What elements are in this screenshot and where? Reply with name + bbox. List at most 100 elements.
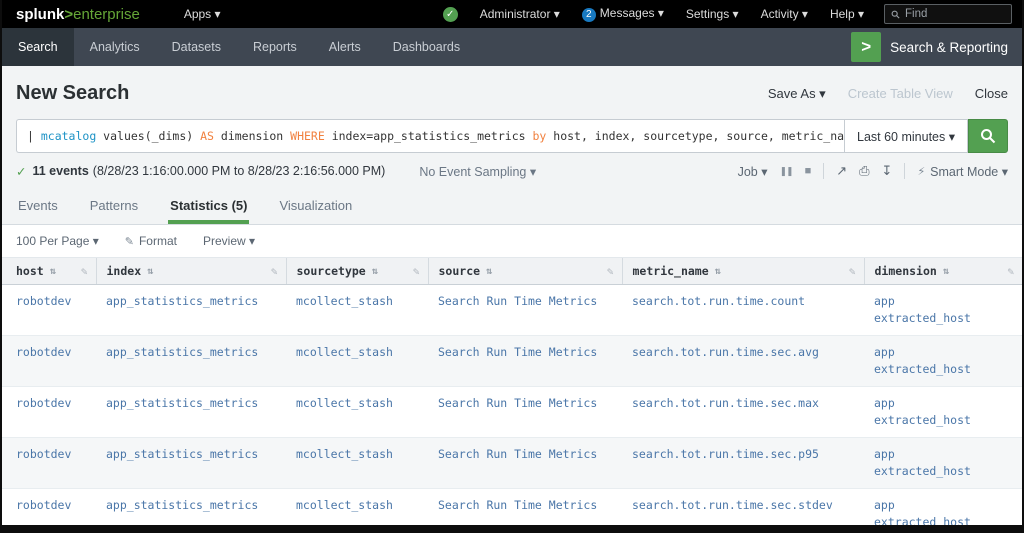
cell-source[interactable]: Search Run Time Metrics: [428, 437, 622, 489]
cell-metric_name[interactable]: search.tot.run.time.sec.stdev: [622, 488, 864, 525]
print-icon[interactable]: ⎙: [859, 163, 869, 179]
cell-sourcetype[interactable]: mcollect_stash: [286, 335, 428, 387]
cell-host[interactable]: robotdev: [2, 284, 96, 336]
sort-icon[interactable]: ⇅: [147, 266, 153, 277]
find-search-box[interactable]: [884, 4, 1012, 24]
time-range-picker[interactable]: Last 60 minutes ▾: [844, 119, 968, 153]
health-check-icon[interactable]: ✓: [442, 6, 458, 22]
sort-icon[interactable]: ⇅: [50, 266, 56, 277]
search-query-input[interactable]: | mcatalog values(_dims) AS dimension WH…: [16, 119, 844, 153]
dimension-value[interactable]: extracted_host: [874, 310, 1014, 327]
share-job-icon[interactable]: ↗: [836, 163, 847, 179]
column-header-source[interactable]: source ⇅ ✎: [428, 258, 623, 285]
dimension-value[interactable]: extracted_host: [874, 412, 1014, 429]
cell-host[interactable]: robotdev: [2, 335, 96, 387]
search-header-section: New Search Save As ▾ Create Table View C…: [2, 66, 1022, 189]
column-header-metric_name[interactable]: metric_name ⇅ ✎: [622, 258, 865, 285]
result-tab-statistics[interactable]: Statistics (5): [168, 189, 250, 224]
search-mode-menu[interactable]: ⚡ Smart Mode ▾: [917, 164, 1008, 179]
edit-column-icon[interactable]: ✎: [413, 265, 420, 278]
column-label: dimension: [874, 264, 937, 278]
dimension-value[interactable]: app: [874, 446, 1014, 463]
per-page-menu[interactable]: 100 Per Page ▾: [16, 234, 99, 248]
app-nav-tabs: Search Analytics Datasets Reports Alerts Dash…: [2, 28, 476, 66]
cell-host[interactable]: robotdev: [2, 437, 96, 489]
cell-metric_name[interactable]: search.tot.run.time.count: [622, 284, 864, 336]
cell-index[interactable]: app_statistics_metrics: [96, 437, 286, 489]
sort-icon[interactable]: ⇅: [486, 266, 492, 277]
edit-column-icon[interactable]: ✎: [849, 265, 856, 278]
cell-metric_name[interactable]: search.tot.run.time.sec.p95: [622, 437, 864, 489]
cell-sourcetype[interactable]: mcollect_stash: [286, 386, 428, 438]
app-tab-dashboards[interactable]: Dashboards: [377, 28, 476, 66]
format-button[interactable]: ✎ Format: [125, 234, 177, 248]
cell-dimension[interactable]: app extracted_host: [864, 386, 1022, 438]
pause-job-icon[interactable]: ❚❚: [779, 166, 793, 177]
preview-menu[interactable]: Preview ▾: [203, 234, 255, 248]
event-sampling-menu[interactable]: No Event Sampling ▾: [419, 164, 536, 179]
edit-column-icon[interactable]: ✎: [81, 265, 88, 278]
save-as-button[interactable]: Save As ▾: [768, 86, 826, 102]
cell-sourcetype[interactable]: mcollect_stash: [286, 437, 428, 489]
stop-job-icon[interactable]: ■: [805, 165, 812, 177]
cell-sourcetype[interactable]: mcollect_stash: [286, 488, 428, 525]
result-tab-patterns[interactable]: Patterns: [88, 189, 140, 224]
edit-column-icon[interactable]: ✎: [1007, 265, 1014, 278]
edit-column-icon[interactable]: ✎: [271, 265, 278, 278]
activity-menu[interactable]: Activity ▾: [761, 7, 808, 21]
cell-dimension[interactable]: app extracted_host: [864, 488, 1022, 525]
app-tab-search[interactable]: Search: [2, 28, 74, 66]
app-tab-reports[interactable]: Reports: [237, 28, 313, 66]
cell-index[interactable]: app_statistics_metrics: [96, 335, 286, 387]
sort-icon[interactable]: ⇅: [372, 266, 378, 277]
app-tab-alerts[interactable]: Alerts: [313, 28, 377, 66]
dimension-value[interactable]: app: [874, 344, 1014, 361]
close-button[interactable]: Close: [975, 86, 1008, 101]
column-header-dimension[interactable]: dimension ⇅ ✎: [864, 258, 1022, 285]
cell-metric_name[interactable]: search.tot.run.time.sec.max: [622, 386, 864, 438]
cell-index[interactable]: app_statistics_metrics: [96, 488, 286, 525]
result-tab-events[interactable]: Events: [16, 189, 60, 224]
cell-dimension[interactable]: app extracted_host: [864, 437, 1022, 489]
cell-source[interactable]: Search Run Time Metrics: [428, 284, 622, 336]
column-header-host[interactable]: host ⇅ ✎: [2, 258, 97, 285]
dimension-value[interactable]: extracted_host: [874, 361, 1014, 378]
job-menu[interactable]: Job ▾: [738, 164, 768, 179]
find-input[interactable]: [905, 8, 1005, 20]
dimension-value[interactable]: extracted_host: [874, 514, 1014, 525]
dimension-value[interactable]: extracted_host: [874, 463, 1014, 480]
settings-menu[interactable]: Settings ▾: [686, 7, 739, 21]
sort-icon[interactable]: ⇅: [715, 266, 721, 277]
apps-menu[interactable]: Apps ▾: [184, 7, 221, 21]
messages-menu[interactable]: 2 Messages ▾: [581, 6, 664, 22]
cell-sourcetype[interactable]: mcollect_stash: [286, 284, 428, 336]
run-search-button[interactable]: [968, 119, 1008, 153]
cell-index[interactable]: app_statistics_metrics: [96, 284, 286, 336]
cell-host[interactable]: robotdev: [2, 488, 96, 525]
column-header-index[interactable]: index ⇅ ✎: [96, 258, 287, 285]
sort-icon[interactable]: ⇅: [943, 266, 949, 277]
app-context[interactable]: > Search & Reporting: [851, 28, 1022, 66]
dimension-value[interactable]: app: [874, 497, 1014, 514]
help-menu[interactable]: Help ▾: [830, 7, 864, 21]
column-header-sourcetype[interactable]: sourcetype ⇅ ✎: [286, 258, 429, 285]
cell-source[interactable]: Search Run Time Metrics: [428, 386, 622, 438]
cell-dimension[interactable]: app extracted_host: [864, 335, 1022, 387]
app-tab-datasets[interactable]: Datasets: [156, 28, 237, 66]
result-tab-visualization[interactable]: Visualization: [277, 189, 354, 224]
statistics-table: host ⇅ ✎ index ⇅ ✎ sourcetype ⇅ ✎ source ⇅ ✎ metric_…: [2, 258, 1022, 525]
app-tab-analytics[interactable]: Analytics: [74, 28, 156, 66]
messages-count-badge: 2: [581, 8, 596, 22]
dimension-value[interactable]: app: [874, 293, 1014, 310]
splunk-logo[interactable]: splunk > enterprise: [16, 6, 140, 23]
cell-index[interactable]: app_statistics_metrics: [96, 386, 286, 438]
export-icon[interactable]: ↧: [882, 163, 893, 179]
cell-dimension[interactable]: app extracted_host: [864, 284, 1022, 336]
cell-source[interactable]: Search Run Time Metrics: [428, 488, 622, 525]
cell-metric_name[interactable]: search.tot.run.time.sec.avg: [622, 335, 864, 387]
cell-host[interactable]: robotdev: [2, 386, 96, 438]
edit-column-icon[interactable]: ✎: [607, 265, 614, 278]
cell-source[interactable]: Search Run Time Metrics: [428, 335, 622, 387]
dimension-value[interactable]: app: [874, 395, 1014, 412]
administrator-menu[interactable]: Administrator ▾: [480, 7, 560, 21]
